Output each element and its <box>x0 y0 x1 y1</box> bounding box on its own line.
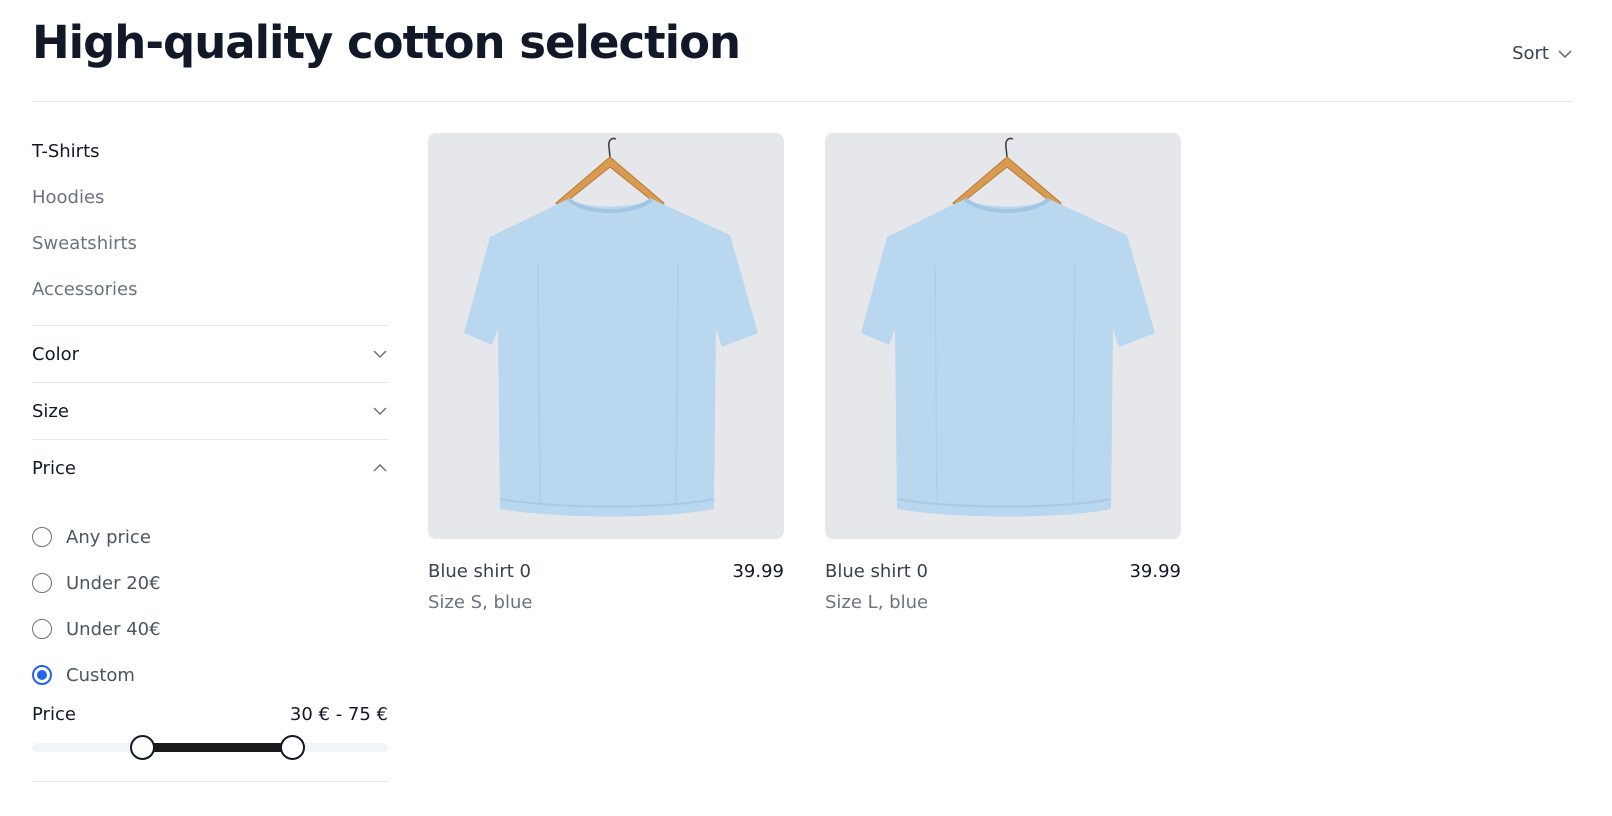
category-list: T-Shirts Hoodies Sweatshirts Accessories <box>32 128 388 326</box>
color-filter-toggle[interactable]: Color <box>32 326 388 382</box>
color-filter: Color <box>32 326 388 383</box>
radio-button-selected[interactable] <box>32 665 52 685</box>
t-shirt-image <box>861 137 1155 517</box>
sort-label: Sort <box>1512 43 1549 64</box>
category-label: T-Shirts <box>32 140 100 162</box>
size-filter-label: Size <box>32 400 69 422</box>
filter-sidebar: T-Shirts Hoodies Sweatshirts Accessories… <box>32 128 388 782</box>
t-shirt-body <box>464 199 758 517</box>
price-option-label: Custom <box>66 664 135 686</box>
category-label: Hoodies <box>32 186 105 208</box>
category-item-hoodies[interactable]: Hoodies <box>32 174 388 220</box>
page-header: High-quality cotton selection Sort <box>32 0 1573 102</box>
sort-button[interactable]: Sort <box>1512 43 1573 64</box>
price-option-custom[interactable]: Custom <box>32 652 388 698</box>
radio-button[interactable] <box>32 527 52 547</box>
hanger <box>555 156 665 208</box>
product-image[interactable] <box>825 133 1181 539</box>
product-name[interactable]: Blue shirt 0 <box>825 561 928 582</box>
product-price: 39.99 <box>1129 561 1181 582</box>
product-meta: Blue shirt 0 39.99 <box>428 561 784 582</box>
product-meta: Blue shirt 0 39.99 <box>825 561 1181 582</box>
product-name[interactable]: Blue shirt 0 <box>428 561 531 582</box>
price-option-label: Under 40€ <box>66 618 161 640</box>
size-filter: Size <box>32 383 388 440</box>
product-price: 39.99 <box>732 561 784 582</box>
price-filter-toggle[interactable]: Price <box>32 440 388 496</box>
chevron-down-icon <box>1558 49 1572 58</box>
radio-button[interactable] <box>32 619 52 639</box>
page-title: High-quality cotton selection <box>32 16 741 69</box>
price-option-label: Under 20€ <box>66 572 161 594</box>
color-filter-label: Color <box>32 343 79 365</box>
product-variant: Size S, blue <box>428 592 533 613</box>
size-filter-toggle[interactable]: Size <box>32 383 388 439</box>
price-option-under-40[interactable]: Under 40€ <box>32 606 388 652</box>
category-item-accessories[interactable]: Accessories <box>32 266 388 312</box>
product-grid: Blue shirt 0 39.99 Size S, blue Blue shi… <box>428 133 1181 613</box>
price-filter: Price Any price Under 20€ Under 40€ Cust… <box>32 440 388 782</box>
radio-button[interactable] <box>32 573 52 593</box>
t-shirt-image <box>464 137 758 517</box>
category-label: Accessories <box>32 278 138 300</box>
product-card[interactable]: Blue shirt 0 39.99 Size S, blue <box>428 133 784 613</box>
chevron-down-icon <box>373 350 387 359</box>
price-filter-body: Any price Under 20€ Under 40€ Custom Pri… <box>32 496 388 781</box>
price-filter-label: Price <box>32 457 76 479</box>
slider-thumb-max[interactable] <box>279 735 305 760</box>
hanger <box>952 156 1062 208</box>
price-range-header: Price 30 € - 75 € <box>32 704 388 725</box>
t-shirt-body <box>861 199 1155 517</box>
product-card[interactable]: Blue shirt 0 39.99 Size L, blue <box>825 133 1181 613</box>
category-label: Sweatshirts <box>32 232 137 254</box>
page: High-quality cotton selection Sort T-Shi… <box>0 0 1612 816</box>
product-variant: Size L, blue <box>825 592 929 613</box>
slider-fill <box>142 743 292 752</box>
price-option-label: Any price <box>66 526 151 548</box>
price-range-value: 30 € - 75 € <box>289 704 388 725</box>
category-item-t-shirts[interactable]: T-Shirts <box>32 128 388 174</box>
chevron-down-icon <box>373 407 387 416</box>
price-range-slider[interactable] <box>32 731 388 761</box>
price-range-label: Price <box>32 704 76 725</box>
chevron-up-icon <box>373 463 387 472</box>
slider-thumb-min[interactable] <box>130 735 156 760</box>
price-option-any[interactable]: Any price <box>32 514 388 560</box>
price-option-under-20[interactable]: Under 20€ <box>32 560 388 606</box>
category-item-sweatshirts[interactable]: Sweatshirts <box>32 220 388 266</box>
product-image[interactable] <box>428 133 784 539</box>
